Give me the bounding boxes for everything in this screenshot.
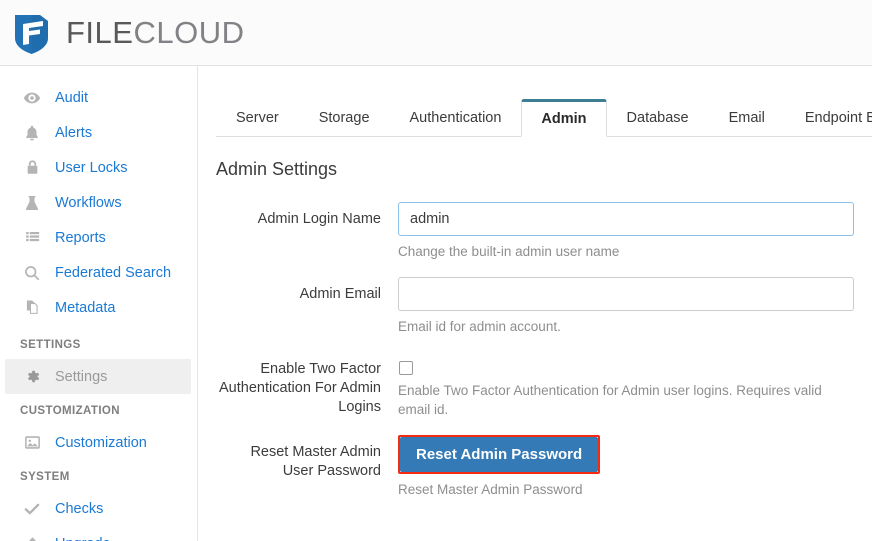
check-icon <box>22 499 42 519</box>
form-row-two-factor: Enable Two Factor Authentication For Adm… <box>216 352 872 419</box>
tab-database[interactable]: Database <box>607 99 709 136</box>
lock-icon <box>22 158 42 178</box>
sidebar-item-upgrade[interactable]: Upgrade <box>0 526 197 541</box>
brand-wordmark: FILECLOUD <box>66 15 244 51</box>
files-icon <box>22 298 42 318</box>
settings-tabs: Server Storage Authentication Admin Data… <box>216 99 872 137</box>
reset-password-hint: Reset Master Admin Password <box>398 482 583 497</box>
form-row-admin-login-name: Admin Login Name Change the built-in adm… <box>216 202 872 261</box>
brand-cloud: CLOUD <box>133 14 245 50</box>
sidebar-item-label: Settings <box>55 368 108 385</box>
sidebar-item-label: Upgrade <box>55 536 111 541</box>
search-icon <box>22 263 42 283</box>
sidebar-item-metadata[interactable]: Metadata <box>0 290 197 325</box>
admin-login-name-hint: Change the built-in admin user name <box>398 244 620 259</box>
brand-file: FILE <box>66 14 134 50</box>
sidebar-section-customization: CUSTOMIZATION <box>20 405 120 417</box>
list-icon <box>22 228 42 248</box>
sidebar: Audit Alerts User Locks Workflows Report… <box>0 66 198 541</box>
tab-server[interactable]: Server <box>216 99 299 136</box>
sidebar-section-system: SYSTEM <box>20 471 70 483</box>
sidebar-item-alerts[interactable]: Alerts <box>0 115 197 150</box>
up-arrow-icon <box>22 534 42 541</box>
sidebar-item-customization[interactable]: Customization <box>0 425 197 460</box>
app-header: FILECLOUD <box>0 0 872 66</box>
sidebar-item-settings[interactable]: Settings <box>5 359 191 394</box>
page-title: Admin Settings <box>216 159 338 179</box>
sidebar-item-reports[interactable]: Reports <box>0 220 197 255</box>
sidebar-item-user-locks[interactable]: User Locks <box>0 150 197 185</box>
sidebar-item-label: Reports <box>55 229 106 246</box>
sidebar-item-label: Alerts <box>55 124 93 141</box>
flask-icon <box>22 193 42 213</box>
admin-email-field-wrap: Email id for admin account. <box>381 277 872 336</box>
app-root: FILECLOUD Audit Alerts User Locks Workfl… <box>0 0 872 541</box>
main-content: Server Storage Authentication Admin Data… <box>199 66 872 541</box>
sidebar-item-label: Checks <box>55 500 104 517</box>
tab-admin[interactable]: Admin <box>521 99 607 137</box>
admin-login-name-label: Admin Login Name <box>257 211 381 227</box>
fileclound-shield-icon[interactable] <box>12 11 52 55</box>
admin-login-name-field-wrap: Change the built-in admin user name <box>381 202 872 261</box>
eye-icon <box>22 88 42 108</box>
two-factor-checkbox[interactable] <box>399 361 413 375</box>
bell-icon <box>22 123 42 143</box>
sidebar-item-label: Federated Search <box>55 264 172 281</box>
sidebar-item-federated-search[interactable]: Federated Search <box>0 255 197 290</box>
two-factor-field-wrap: Enable Two Factor Authentication for Adm… <box>381 352 872 419</box>
tab-authentication[interactable]: Authentication <box>390 99 522 136</box>
image-icon <box>22 433 42 453</box>
form-row-admin-email: Admin Email Email id for admin account. <box>216 277 872 336</box>
sidebar-item-audit[interactable]: Audit <box>0 80 197 115</box>
sidebar-item-workflows[interactable]: Workflows <box>0 185 197 220</box>
tab-storage[interactable]: Storage <box>299 99 390 136</box>
sidebar-section-settings: SETTINGS <box>20 339 81 351</box>
sidebar-item-label: Audit <box>55 89 89 106</box>
two-factor-label: Enable Two Factor Authentication For Adm… <box>218 361 381 415</box>
admin-settings-form: Admin Login Name Change the built-in adm… <box>199 202 872 499</box>
admin-email-hint: Email id for admin account. <box>398 319 561 334</box>
tab-endpoint-backup[interactable]: Endpoint Backup <box>785 99 872 136</box>
sidebar-item-checks[interactable]: Checks <box>0 491 197 526</box>
admin-login-name-input[interactable] <box>398 202 854 236</box>
admin-email-input[interactable] <box>398 277 854 311</box>
two-factor-hint: Enable Two Factor Authentication for Adm… <box>398 383 822 417</box>
sidebar-item-label: Workflows <box>55 194 122 211</box>
tab-email[interactable]: Email <box>709 99 785 136</box>
reset-admin-password-highlight: Reset Admin Password <box>398 435 601 474</box>
sidebar-item-label: User Locks <box>55 159 128 176</box>
reset-admin-password-button[interactable]: Reset Admin Password <box>400 437 599 472</box>
gear-icon <box>22 367 42 387</box>
sidebar-item-label: Customization <box>55 434 147 451</box>
admin-email-label: Admin Email <box>299 286 381 302</box>
form-row-reset-password: Reset Master Admin User Password Reset A… <box>216 435 872 499</box>
sidebar-item-label: Metadata <box>55 299 116 316</box>
reset-password-label: Reset Master Admin User Password <box>250 444 381 479</box>
reset-password-field-wrap: Reset Admin Password Reset Master Admin … <box>381 435 872 499</box>
